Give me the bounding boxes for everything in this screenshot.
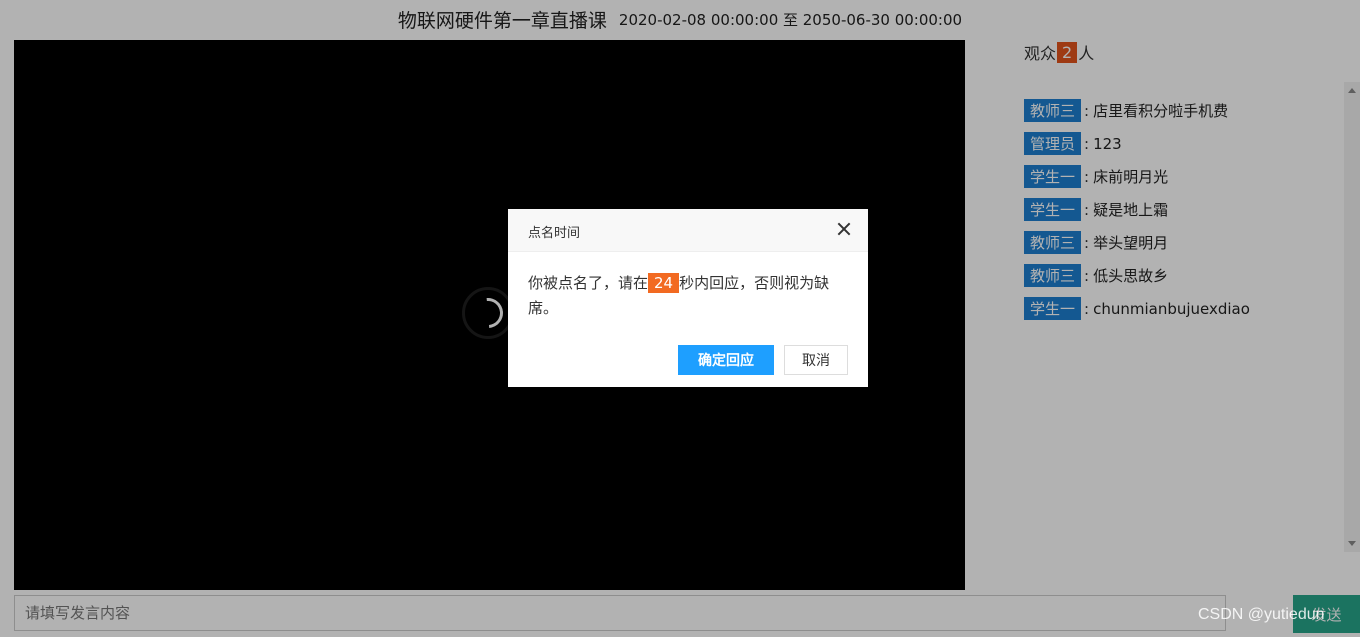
countdown-seconds-badge: 24 (648, 273, 680, 293)
message-text-before: 你被点名了，请在 (528, 274, 649, 292)
dialog-header: 点名时间 (508, 209, 868, 252)
roll-call-dialog: 点名时间 你被点名了，请在 24 秒内回应，否则视为缺席。 确定回应 取消 (508, 209, 868, 387)
dialog-message: 你被点名了，请在 24 秒内回应，否则视为缺席。 (528, 271, 854, 321)
dialog-title: 点名时间 (528, 226, 581, 241)
cancel-button[interactable]: 取消 (784, 345, 848, 375)
confirm-response-button[interactable]: 确定回应 (678, 345, 774, 375)
watermark: CSDN @yutiedun (1198, 606, 1325, 623)
close-icon[interactable] (836, 221, 852, 237)
